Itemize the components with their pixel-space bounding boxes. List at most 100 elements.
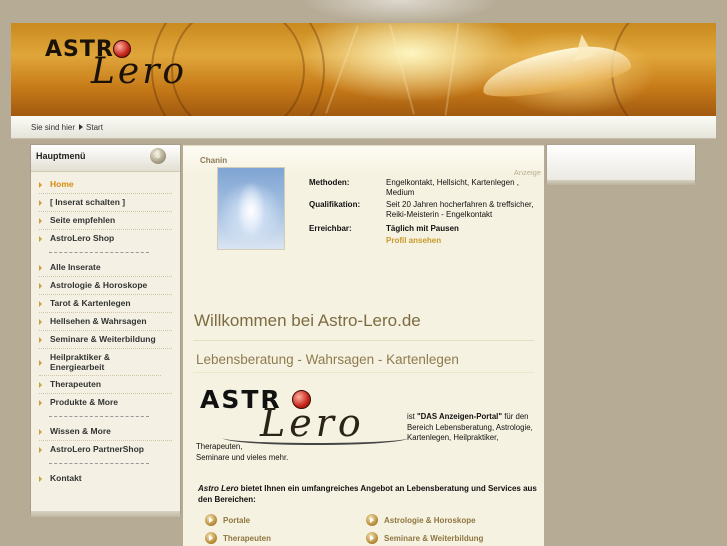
menu-item-shop[interactable]: AstroLero Shop [39, 230, 172, 247]
menu-bullet-icon [39, 265, 42, 271]
title-divider [193, 340, 534, 341]
menu-item-label-line2: Energiearbeit [50, 362, 105, 372]
profile-link[interactable]: Profil ansehen [386, 236, 441, 245]
right-sidebar-box [547, 145, 695, 185]
main-content: Chanin Anzeige Methoden: Engelkontakt, H… [183, 145, 544, 546]
menu-list: Home [ Inserat schalten ] Seite empfehle… [31, 172, 180, 487]
menu-item-inserat-schalten[interactable]: [ Inserat schalten ] [39, 194, 172, 212]
menu-bullet-icon [39, 382, 42, 388]
qualifikation-value: Seit 20 Jahren hocherfahren & treffsiche… [386, 200, 534, 219]
menu-item-label: Seminare & Weiterbildung [50, 334, 156, 344]
main-menu: Hauptmenü ⇩ Home [ Inserat schalten ] Se… [31, 145, 180, 517]
menu-item-label: Therapeuten [50, 379, 102, 389]
menu-bullet-icon [39, 447, 42, 453]
menu-bullet-icon [39, 360, 42, 366]
intro-line-b: Seminare und vieles mehr. [196, 452, 289, 462]
page-title: Willkommen bei Astro-Lero.de [194, 311, 421, 330]
menu-item-label: Alle Inserate [50, 262, 101, 272]
menu-item-label: Astrologie & Horoskope [50, 280, 148, 290]
menu-item-home[interactable]: Home [39, 176, 172, 194]
menu-item-label: Hellsehen & Wahrsagen [50, 316, 147, 326]
menu-bullet-icon [39, 429, 42, 435]
breadcrumb-bar: Sie sind hier Start [11, 116, 716, 139]
category-label: Therapeuten [223, 534, 272, 543]
methoden-value: Engelkontakt, Hellsicht, Kartenlegen , M… [386, 178, 519, 197]
menu-item-label: AstroLero PartnerShop [50, 444, 144, 454]
category-label: Seminare & Weiterbildung [384, 534, 484, 543]
menu-header: Hauptmenü ⇩ [31, 145, 180, 172]
menu-item-hellsehen[interactable]: Hellsehen & Wahrsagen [39, 313, 172, 331]
menu-item-label: Wissen & More [50, 426, 111, 436]
category-label: Astrologie & Horoskope [384, 516, 476, 525]
category-arrow-icon [205, 532, 217, 544]
menu-divider [49, 463, 149, 464]
menu-bullet-icon [39, 337, 42, 343]
menu-divider [49, 416, 149, 417]
intro-prefix: ist [407, 412, 417, 421]
menu-item-label: Kontakt [50, 473, 82, 483]
category-astrologie[interactable]: Astrologie & Horoskope [366, 514, 476, 526]
header-banner: ASTR Lero [11, 23, 716, 116]
breadcrumb-prefix: Sie sind hier [31, 123, 76, 132]
menu-item-tarot[interactable]: Tarot & Kartenlegen [39, 295, 172, 313]
menu-item-label: Produkte & More [50, 397, 119, 407]
menu-title: Hauptmenü [36, 151, 86, 161]
menu-item-partnershop[interactable]: AstroLero PartnerShop [39, 441, 172, 458]
erreichbar-value: Täglich mit Pausen [386, 224, 459, 233]
breadcrumb: Sie sind hier Start [31, 123, 103, 132]
menu-item-therapeuten[interactable]: Therapeuten [39, 376, 172, 394]
menu-divider [49, 252, 149, 253]
category-label: Portale [223, 516, 251, 525]
menu-item-label: AstroLero Shop [50, 233, 115, 243]
menu-bullet-icon [39, 283, 42, 289]
listing-name[interactable]: Chanin [200, 156, 227, 165]
menu-item-label: Seite empfehlen [50, 215, 116, 225]
menu-item-heilpraktiker[interactable]: Heilpraktiker & Energiearbeit [39, 349, 161, 376]
menu-bullet-icon [39, 218, 42, 224]
menu-bullet-icon [39, 319, 42, 325]
breadcrumb-current[interactable]: Start [86, 123, 103, 132]
menu-item-label-line1: Heilpraktiker & [50, 352, 110, 362]
menu-item-astrologie[interactable]: Astrologie & Horoskope [39, 277, 172, 295]
menu-item-wissen[interactable]: Wissen & More [39, 423, 172, 441]
lead-rest: bietet Ihnen ein umfangreiches Angebot a… [198, 484, 537, 504]
menu-item-label: Tarot & Kartenlegen [50, 298, 131, 308]
menu-bullet-icon [39, 400, 42, 406]
banner-ray [444, 23, 460, 116]
category-seminare[interactable]: Seminare & Weiterbildung [366, 532, 484, 544]
category-arrow-icon [205, 514, 217, 526]
subheading: Lebensberatung - Wahrsagen - Kartenlegen [196, 352, 459, 367]
collapse-arrow-icon[interactable]: ⇩ [150, 148, 166, 164]
menu-bullet-icon [39, 476, 42, 482]
zodiac-wheel-inner [171, 23, 305, 116]
menu-bullet-icon [39, 182, 42, 188]
banner-ray [325, 25, 359, 114]
menu-item-label: Home [50, 179, 74, 189]
category-therapeuten[interactable]: Therapeuten [205, 532, 272, 544]
banner-ray [388, 24, 416, 115]
content-logo: ASTR Lero [198, 383, 408, 447]
breadcrumb-arrow-icon [79, 124, 84, 130]
category-portale[interactable]: Portale [205, 514, 251, 526]
menu-item-kontakt[interactable]: Kontakt [39, 470, 172, 487]
listing-photo[interactable] [217, 167, 285, 250]
top-glare [300, 0, 500, 24]
ad-label: Anzeige [513, 168, 541, 177]
erreichbar-label: Erreichbar: [309, 224, 352, 233]
menu-bullet-icon [39, 236, 42, 242]
methoden-label: Methoden: [309, 178, 350, 187]
intro-bold: "DAS Anzeigen-Portal" [416, 412, 503, 421]
lead-text: Astro Lero bietet Ihnen ein umfangreiche… [198, 484, 543, 505]
menu-footer-shadow [31, 511, 180, 517]
dolphin-image [478, 38, 634, 104]
qualifikation-label: Qualifikation: [309, 200, 361, 209]
menu-item-seite-empfehlen[interactable]: Seite empfehlen [39, 212, 172, 230]
menu-item-produkte[interactable]: Produkte & More [39, 394, 172, 411]
menu-item-alle-inserate[interactable]: Alle Inserate [39, 259, 172, 277]
lead-brand: Astro Lero [198, 484, 239, 493]
right-box-shadow [547, 180, 695, 185]
category-arrow-icon [366, 532, 378, 544]
intro-continuation: Therapeuten, Seminare und vieles mehr. [196, 442, 288, 463]
menu-bullet-icon [39, 200, 42, 206]
menu-item-seminare[interactable]: Seminare & Weiterbildung [39, 331, 172, 349]
